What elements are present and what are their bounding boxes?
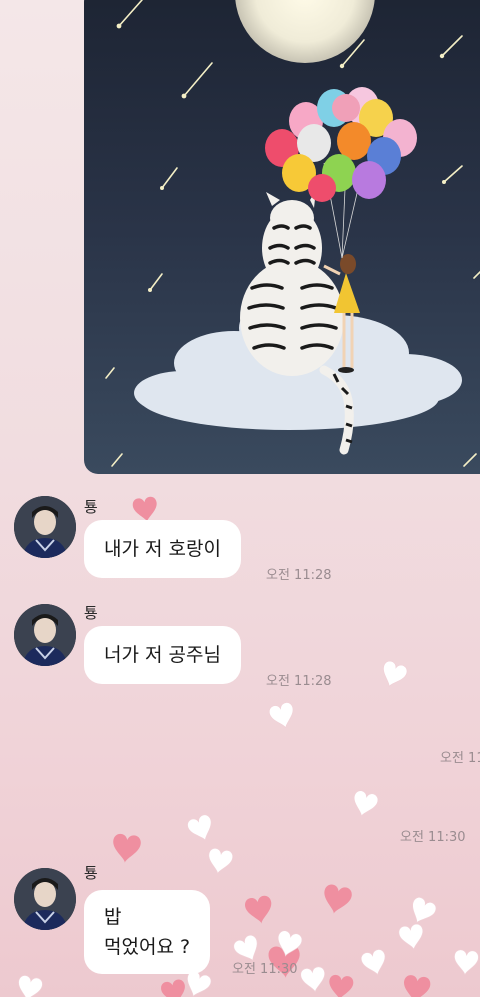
profile-photo-icon [14, 496, 76, 558]
chat-screen: 툥 내가 저 호랑이 오전 11:28 툥 너가 저 공주님 오전 11:28 … [0, 0, 480, 997]
shared-photo[interactable] [84, 0, 480, 474]
sender-name: 툥 [84, 864, 98, 882]
tiger-girl-balloons-painting-icon [84, 0, 480, 474]
message-time: 오전 11:30 [232, 962, 298, 977]
message-bubble[interactable]: 내가 저 호랑이 [84, 520, 241, 578]
sender-name: 툥 [84, 604, 98, 622]
sender-name: 툥 [84, 498, 98, 516]
profile-photo-icon [14, 868, 76, 930]
message-text: 너가 저 공주님 [104, 644, 221, 666]
avatar[interactable] [14, 868, 76, 930]
message-time: 오전 11:28 [266, 674, 332, 689]
profile-photo-icon [14, 604, 76, 666]
message-bubble[interactable]: 너가 저 공주님 [84, 626, 241, 684]
avatar[interactable] [14, 496, 76, 558]
message-time: 오전 11:30 [400, 830, 466, 845]
avatar[interactable] [14, 604, 76, 666]
message-time: 오전 11 [440, 751, 480, 766]
message-text-line: 먹었어요 ? [104, 936, 191, 958]
message-time: 오전 11:28 [266, 568, 332, 583]
message-bubble[interactable]: 밥 먹었어요 ? [84, 890, 211, 974]
message-text: 내가 저 호랑이 [104, 538, 221, 560]
message-text-line: 밥 [104, 906, 122, 928]
